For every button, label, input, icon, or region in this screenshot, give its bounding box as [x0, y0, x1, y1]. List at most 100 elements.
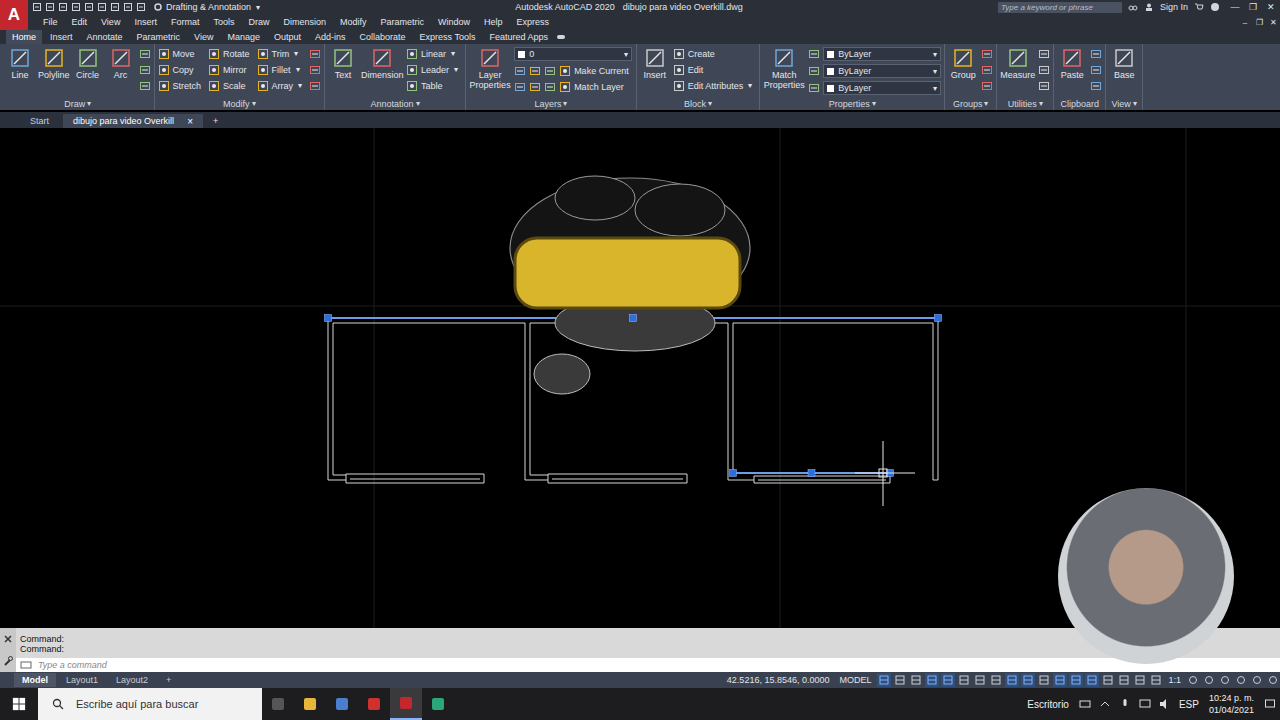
tool-icon[interactable] — [529, 81, 541, 93]
drawing-entity[interactable] — [754, 476, 890, 483]
taskbar-search[interactable]: Escribe aquí para buscar — [38, 688, 262, 720]
status-toggle-icon[interactable] — [1186, 673, 1200, 687]
group-title[interactable]: Block▾ — [640, 97, 757, 110]
ribbon-tab[interactable]: Insert — [44, 30, 79, 44]
status-toggle-icon[interactable] — [925, 673, 939, 687]
sign-in-button[interactable]: Sign In — [1160, 2, 1188, 12]
tool-icon[interactable] — [139, 80, 151, 92]
property-dropdown[interactable]: 0 ▾ — [514, 47, 632, 61]
window-control-button[interactable]: — — [1226, 2, 1244, 12]
status-toggle-icon[interactable] — [1266, 673, 1280, 687]
drawing-entity[interactable] — [733, 323, 933, 324]
status-toggle-icon[interactable] — [973, 673, 987, 687]
status-toggle-icon[interactable] — [1250, 673, 1264, 687]
tool-icon[interactable] — [139, 48, 151, 60]
file-tab[interactable]: dibujo para video Overkill × — [63, 114, 203, 128]
status-toggle-icon[interactable] — [1005, 673, 1019, 687]
tool-icon[interactable] — [514, 65, 526, 77]
property-dropdown[interactable]: ByLayer ▾ — [823, 47, 941, 61]
quick-access-icon[interactable] — [71, 2, 81, 12]
quick-access-icon[interactable] — [32, 2, 42, 12]
tool-icon[interactable] — [808, 48, 820, 60]
taskbar-app[interactable] — [422, 688, 454, 720]
large-tool-button[interactable]: Dimension — [361, 47, 403, 80]
close-tab-button[interactable]: × — [187, 116, 193, 127]
grip-handle[interactable] — [808, 470, 815, 477]
menu-item[interactable]: Tools — [206, 17, 241, 27]
drawing-entity[interactable] — [933, 318, 938, 480]
quick-access-icon[interactable] — [45, 2, 55, 12]
tool-icon[interactable] — [544, 65, 556, 77]
tool-icon[interactable] — [514, 81, 526, 93]
close-icon[interactable] — [2, 633, 14, 645]
grip-handle[interactable] — [630, 315, 637, 322]
large-tool-button[interactable]: Base — [1109, 47, 1139, 80]
file-tab[interactable]: Start — [20, 114, 59, 128]
tool-button[interactable]: Copy — [158, 64, 198, 76]
new-tab-button[interactable]: + — [207, 114, 224, 128]
menu-item[interactable]: File — [36, 17, 65, 27]
tool-icon[interactable] — [1038, 64, 1050, 76]
status-toggle-icon[interactable] — [1202, 673, 1216, 687]
window-control-button[interactable]: ✕ — [1262, 2, 1280, 12]
status-toggle-icon[interactable] — [877, 673, 891, 687]
wrench-icon[interactable] — [2, 655, 14, 667]
status-toggle-icon[interactable] — [1101, 673, 1115, 687]
cart-icon[interactable] — [1194, 2, 1204, 12]
chevron-up-icon[interactable] — [1099, 698, 1111, 710]
menu-item[interactable]: Express — [510, 17, 557, 27]
ribbon-tab[interactable]: Collaborate — [354, 30, 412, 44]
property-dropdown[interactable]: ByLayer ▾ — [823, 81, 941, 95]
group-title[interactable]: View▾ — [1109, 97, 1139, 110]
ribbon-tab[interactable]: Output — [268, 30, 307, 44]
status-toggle-icon[interactable] — [1053, 673, 1067, 687]
tool-button[interactable]: Trim ▾ — [257, 48, 303, 60]
tool-icon[interactable] — [309, 80, 321, 92]
menu-item[interactable]: Insert — [127, 17, 164, 27]
group-title[interactable]: Groups▾ — [948, 97, 993, 110]
ribbon-tab[interactable]: Parametric — [131, 30, 187, 44]
microphone-icon[interactable] — [1119, 698, 1131, 710]
add-layout-button[interactable]: + — [158, 673, 179, 687]
document-control-button[interactable]: ❐ — [1252, 18, 1266, 27]
menu-item[interactable]: View — [94, 17, 127, 27]
network-icon[interactable] — [1139, 698, 1151, 710]
drawing-entity[interactable] — [525, 323, 548, 480]
status-toggle-icon[interactable] — [1069, 673, 1083, 687]
menu-item[interactable]: Window — [431, 17, 477, 27]
menu-item[interactable]: Help — [477, 17, 510, 27]
ribbon-tab[interactable]: Manage — [221, 30, 266, 44]
drawing-entity[interactable] — [333, 323, 525, 324]
status-toggle-icon[interactable] — [893, 673, 907, 687]
drawing-entity[interactable] — [548, 474, 687, 483]
group-title[interactable]: Modify▾ — [158, 97, 322, 110]
drawing-entity[interactable] — [733, 323, 734, 475]
space-toggle[interactable]: MODEL — [839, 675, 871, 685]
status-toggle-icon[interactable] — [909, 673, 923, 687]
clock[interactable]: 10:24 p. m. 01/04/2021 — [1209, 692, 1254, 716]
tool-icon[interactable] — [981, 48, 993, 60]
tool-icon[interactable] — [1090, 80, 1102, 92]
layout-tab[interactable]: Model — [14, 673, 56, 687]
status-toggle-icon[interactable] — [989, 673, 1003, 687]
drawing-entity[interactable] — [346, 474, 484, 483]
tool-icon[interactable] — [981, 80, 993, 92]
status-toggle-icon[interactable] — [1218, 673, 1232, 687]
status-toggle-icon[interactable] — [957, 673, 971, 687]
drawing-entity[interactable] — [328, 318, 346, 480]
annotation-scale[interactable]: 1:1 — [1165, 675, 1184, 685]
tool-button[interactable]: Linear ▾ — [406, 48, 459, 60]
drawing-entity[interactable] — [530, 323, 548, 475]
app-logo[interactable]: A — [0, 0, 28, 30]
ribbon-tab[interactable]: Add-ins — [309, 30, 352, 44]
quick-access-icon[interactable] — [123, 2, 133, 12]
ribbon-tab[interactable]: Home — [6, 30, 42, 44]
tool-icon[interactable] — [1090, 64, 1102, 76]
language-indicator[interactable]: ESP — [1179, 699, 1199, 710]
property-dropdown[interactable]: ByLayer ▾ — [823, 64, 941, 78]
taskbar-app[interactable] — [326, 688, 358, 720]
tool-button[interactable]: Stretch — [158, 80, 206, 92]
taskbar-app[interactable] — [358, 688, 390, 720]
workspace-switcher[interactable]: Drafting & Annotation ▾ — [153, 2, 260, 12]
taskbar-app[interactable] — [390, 688, 422, 720]
